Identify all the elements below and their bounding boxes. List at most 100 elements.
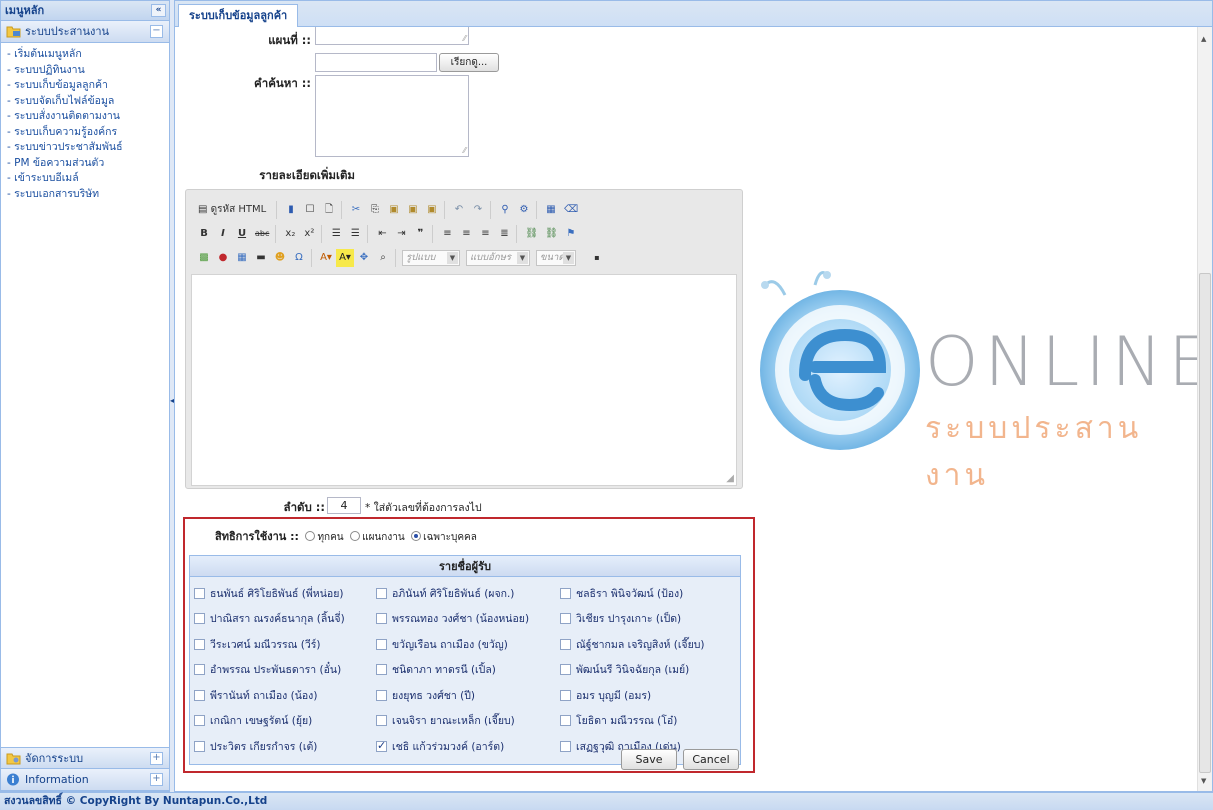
blockquote-icon[interactable]: ❞ xyxy=(411,225,429,243)
superscript-icon[interactable]: x² xyxy=(300,225,318,243)
italic-icon[interactable]: I xyxy=(214,225,232,243)
recipient-checkbox[interactable] xyxy=(560,689,571,701)
recipient-checkbox[interactable] xyxy=(194,638,205,650)
recipient-checkbox[interactable] xyxy=(376,638,387,650)
expand-icon[interactable]: + xyxy=(150,773,163,786)
flash-icon[interactable]: ● xyxy=(214,249,232,267)
collapse-panel-button[interactable]: « xyxy=(151,4,166,17)
resize-handle-icon[interactable]: ⁄⁄ xyxy=(463,34,466,43)
scroll-down-icon[interactable]: ▼ xyxy=(1201,777,1206,785)
find-icon[interactable]: ⚲ xyxy=(496,201,514,219)
new-page-icon[interactable]: ☐ xyxy=(301,201,319,219)
save-icon[interactable]: ▮ xyxy=(282,201,300,219)
recipient-checkbox[interactable] xyxy=(376,587,387,599)
recipient-checkbox[interactable] xyxy=(376,664,387,675)
unlink-icon[interactable]: ⛓ xyxy=(542,225,561,243)
recipient-checkbox[interactable] xyxy=(560,740,571,752)
menu-item[interactable]: - ระบบสั่งงานติดตามงาน xyxy=(7,109,163,125)
collapse-icon[interactable]: − xyxy=(150,25,163,38)
replace-icon[interactable]: ⚙ xyxy=(515,201,533,219)
editor-text-area[interactable]: ◢ xyxy=(191,274,737,486)
show-blocks-icon[interactable]: ⌕ xyxy=(374,249,392,267)
special-char-icon[interactable]: Ω xyxy=(290,249,308,267)
save-button[interactable]: Save xyxy=(621,749,677,770)
recipient-checkbox[interactable] xyxy=(560,587,571,599)
menu-item[interactable]: - ระบบจัดเก็บไฟล์ข้อมูล xyxy=(7,94,163,110)
recipient-checkbox[interactable] xyxy=(560,638,571,650)
cut-icon[interactable]: ✂ xyxy=(347,201,365,219)
menu-item[interactable]: - PM ข้อความส่วนตัว xyxy=(7,156,163,172)
scroll-up-icon[interactable]: ▲ xyxy=(1201,35,1206,43)
scrollbar-thumb[interactable] xyxy=(1199,273,1211,773)
menu-item[interactable]: - ระบบปฏิทินงาน xyxy=(7,63,163,79)
menu-item[interactable]: - ระบบเอกสารบริษัท xyxy=(7,187,163,203)
radio-department[interactable] xyxy=(350,531,361,541)
cancel-button[interactable]: Cancel xyxy=(683,749,739,770)
recipient-checkbox[interactable] xyxy=(376,689,387,701)
undo-icon[interactable]: ↶ xyxy=(450,201,468,219)
recipient-checkbox[interactable] xyxy=(194,613,205,624)
remove-format-icon[interactable]: ⌫ xyxy=(561,201,581,219)
toolbar-collapse-icon[interactable]: ▪ xyxy=(588,249,606,267)
font-select[interactable]: แบบอักษร xyxy=(466,250,530,266)
strikethrough-icon[interactable]: abc xyxy=(252,225,272,243)
numbered-list-icon[interactable]: ☰ xyxy=(327,225,345,243)
menu-item[interactable]: - เริ่มต้นเมนูหลัก xyxy=(7,47,163,63)
menu-item[interactable]: - ระบบเก็บความรู้องค์กร xyxy=(7,125,163,141)
accordion-coordination[interactable]: ระบบประสานงาน − xyxy=(1,21,169,43)
align-center-icon[interactable]: ≡ xyxy=(457,225,475,243)
recipient-checkbox[interactable] xyxy=(376,613,387,624)
background-color-icon[interactable]: A▾ xyxy=(336,249,354,267)
text-color-icon[interactable]: A▾ xyxy=(317,249,335,267)
menu-item[interactable]: - เข้าระบบอีเมล์ xyxy=(7,171,163,187)
copy-icon[interactable]: ⎘ xyxy=(366,201,384,219)
indent-icon[interactable]: ⇥ xyxy=(392,225,410,243)
previous-textarea[interactable]: ⁄⁄ xyxy=(315,27,469,45)
anchor-icon[interactable]: ⚑ xyxy=(562,225,580,243)
recipient-checkbox[interactable] xyxy=(194,715,205,726)
maximize-icon[interactable]: ✥ xyxy=(355,249,373,267)
department-input[interactable] xyxy=(315,53,437,72)
recipient-checkbox[interactable] xyxy=(194,664,205,675)
resize-handle-icon[interactable]: ⁄⁄ xyxy=(463,146,466,155)
recipient-checkbox[interactable] xyxy=(560,664,571,675)
style-select[interactable]: รูปแบบ xyxy=(402,250,460,266)
subscript-icon[interactable]: x₂ xyxy=(281,225,299,243)
paste-word-icon[interactable]: ▣ xyxy=(423,201,441,219)
accordion-system-admin[interactable]: จัดการระบบ + xyxy=(1,747,169,769)
smiley-icon[interactable]: ☻ xyxy=(271,249,289,267)
tab-customer-data[interactable]: ระบบเก็บข้อมูลลูกค้า xyxy=(178,4,299,27)
outdent-icon[interactable]: ⇤ xyxy=(373,225,391,243)
editor-resize-icon[interactable]: ◢ xyxy=(726,473,734,484)
justify-icon[interactable]: ≣ xyxy=(495,225,513,243)
menu-item[interactable]: - ระบบข่าวประชาสัมพันธ์ xyxy=(7,140,163,156)
horizontal-rule-icon[interactable]: ▬ xyxy=(252,249,270,267)
keyword-textarea[interactable]: ⁄⁄ xyxy=(315,75,469,157)
radio-everyone[interactable] xyxy=(305,531,316,541)
accordion-information[interactable]: Information + xyxy=(1,769,169,791)
view-source-button[interactable]: ▤ ดูรหัส HTML xyxy=(195,201,273,219)
order-input[interactable]: 4 xyxy=(327,497,361,514)
align-left-icon[interactable]: ≡ xyxy=(438,225,456,243)
size-select[interactable]: ขนาด xyxy=(536,250,576,266)
underline-icon[interactable]: U xyxy=(233,225,251,243)
link-icon[interactable]: ⛓ xyxy=(522,225,541,243)
preview-icon[interactable]: 🗋 xyxy=(320,201,338,219)
recipient-checkbox[interactable] xyxy=(376,715,387,726)
select-all-icon[interactable]: ▦ xyxy=(542,201,560,219)
align-right-icon[interactable]: ≡ xyxy=(476,225,494,243)
paste-text-icon[interactable]: ▣ xyxy=(404,201,422,219)
recipient-checkbox[interactable] xyxy=(194,689,205,701)
table-icon[interactable]: ▦ xyxy=(233,249,251,267)
bold-icon[interactable]: B xyxy=(195,225,213,243)
recipient-checkbox[interactable] xyxy=(560,715,571,726)
expand-icon[interactable]: + xyxy=(150,752,163,765)
redo-icon[interactable]: ↷ xyxy=(469,201,487,219)
recipient-checkbox[interactable] xyxy=(194,587,205,599)
recipient-checkbox[interactable] xyxy=(560,613,571,624)
radio-individual[interactable] xyxy=(411,531,422,541)
recipient-checkbox[interactable] xyxy=(194,740,205,752)
browse-button[interactable]: เรียกดู... xyxy=(439,53,499,72)
paste-icon[interactable]: ▣ xyxy=(385,201,403,219)
image-icon[interactable]: ▩ xyxy=(195,249,213,267)
